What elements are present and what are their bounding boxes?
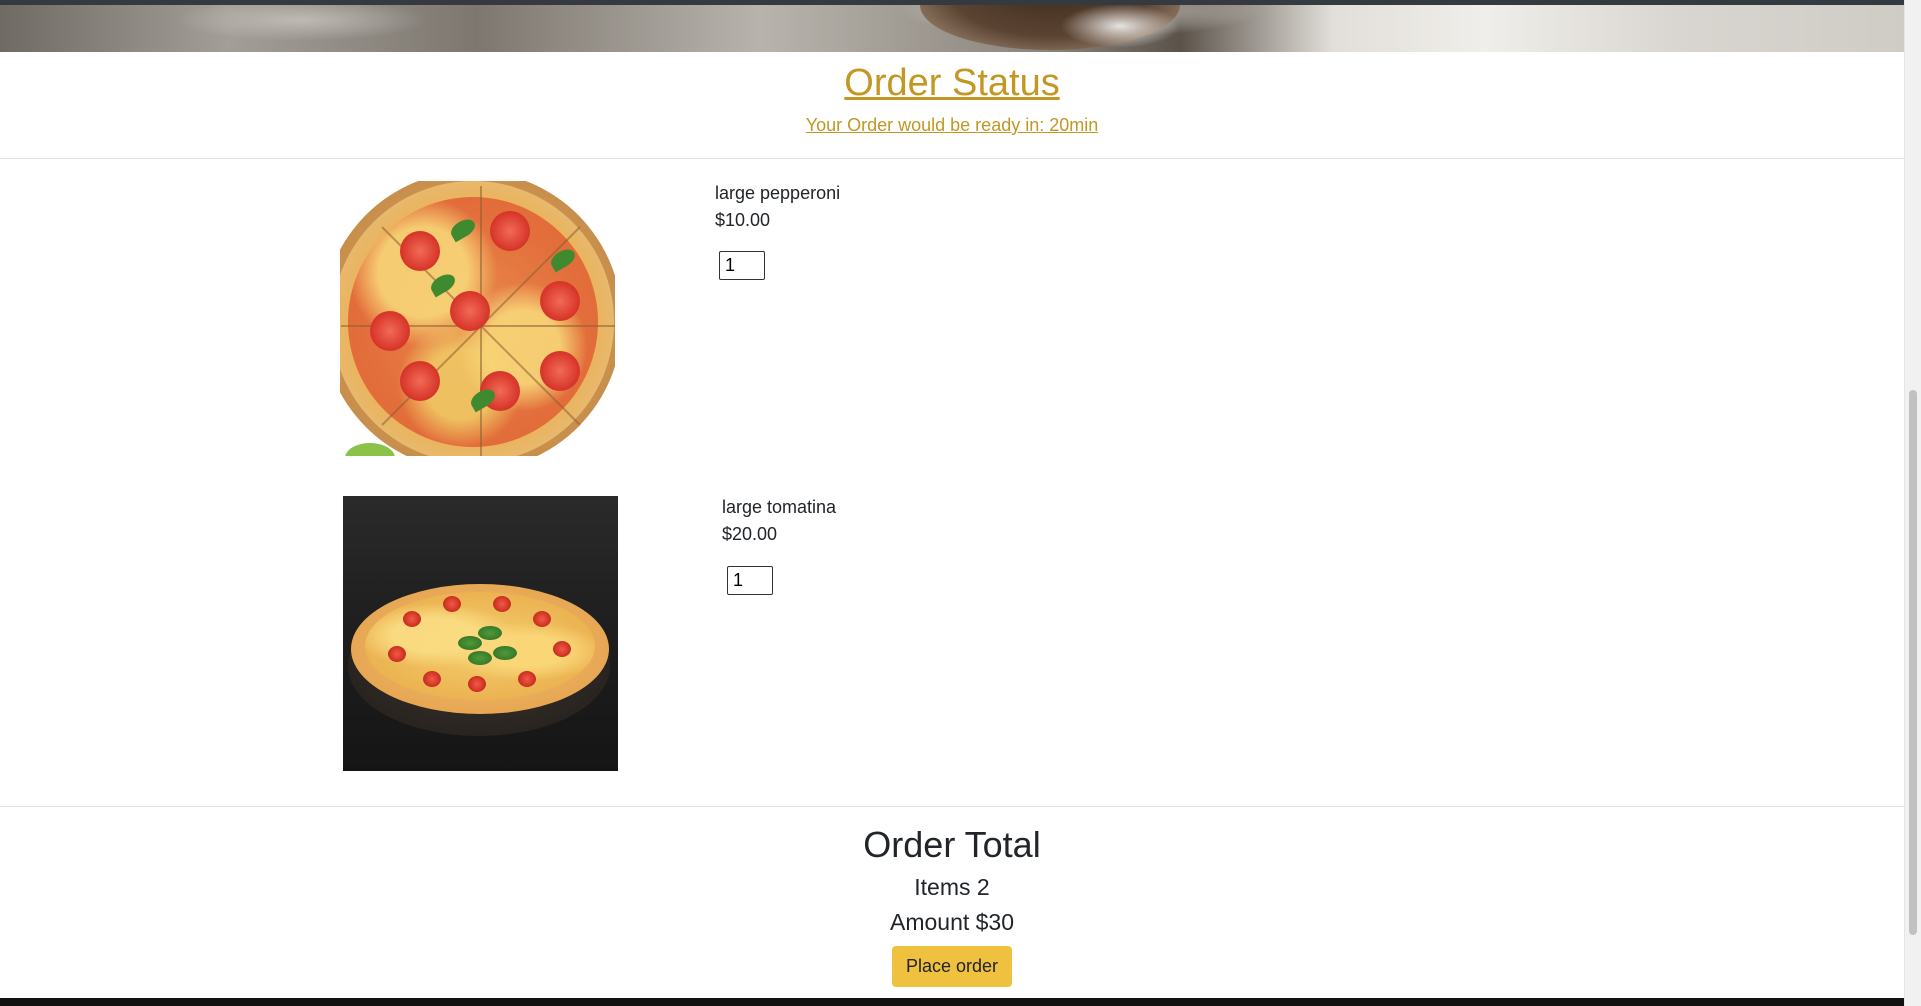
hero-flour-image <box>1060 4 1180 48</box>
total-items: Items 2 <box>914 874 990 900</box>
total-amount: Amount $30 <box>889 909 1015 935</box>
item-price: $20.00 <box>722 524 778 544</box>
quantity-input[interactable] <box>719 251 765 280</box>
scrollbar[interactable] <box>1904 0 1921 1006</box>
hero-banner <box>0 0 1904 52</box>
item-name: large tomatina <box>722 497 837 517</box>
order-ready-time[interactable]: Your Order would be ready in: 20min <box>0 115 1904 136</box>
item-name: large pepperoni <box>715 183 841 203</box>
order-total-section: Order Total Items 2 Amount $30 Place ord… <box>0 810 1904 987</box>
pizza-pepperoni-image <box>340 181 615 456</box>
pizza-tomatina-image <box>343 496 618 771</box>
footer-bar <box>0 998 1904 1006</box>
order-status-title[interactable]: Order Status <box>844 62 1059 105</box>
page: Order Status Your Order would be ready i… <box>0 0 1921 1006</box>
order-total-title: Order Total <box>863 824 1041 865</box>
place-order-button[interactable]: Place order <box>891 946 1013 987</box>
order-status-header: Order Status Your Order would be ready i… <box>0 52 1904 159</box>
quantity-input[interactable] <box>727 566 773 595</box>
scrollbar-thumb[interactable] <box>1909 390 1917 935</box>
divider <box>0 806 1904 807</box>
navbar-edge <box>0 0 1904 5</box>
item-price: $10.00 <box>715 210 771 230</box>
